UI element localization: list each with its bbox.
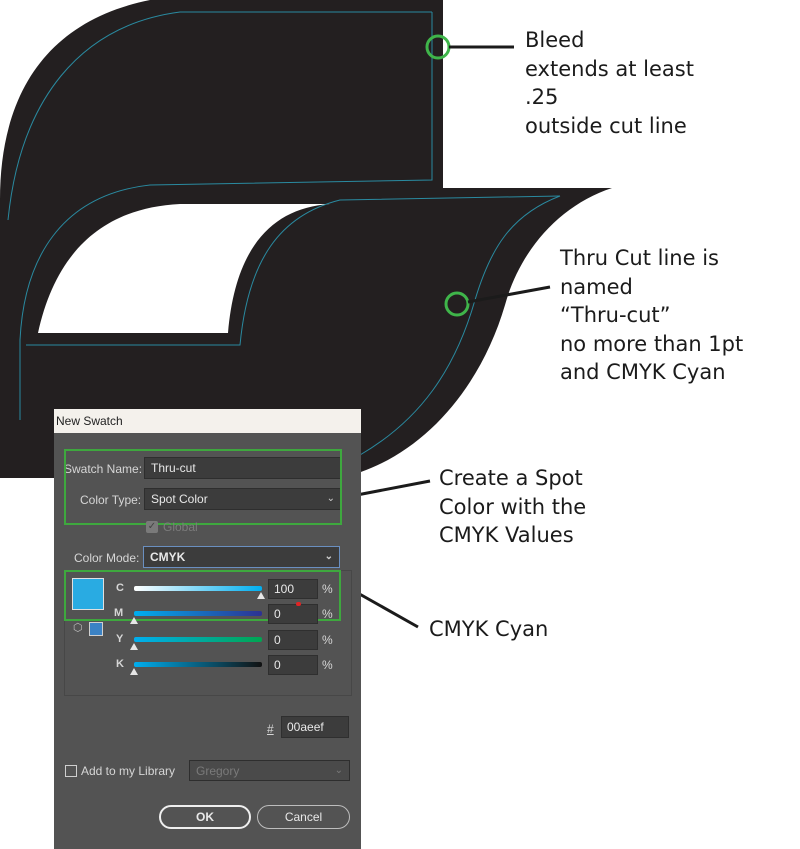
channel-m-label: M: [114, 607, 124, 619]
library-value: Gregory: [196, 764, 240, 778]
channel-m-percent: %: [322, 607, 333, 621]
cube-icon[interactable]: ⬡: [73, 621, 83, 634]
add-library-checkbox[interactable]: [65, 765, 77, 777]
spot-color-callout: Create a Spot Color with the CMYK Values: [439, 466, 587, 547]
add-library-label: Add to my Library: [81, 764, 176, 778]
channel-m-slider[interactable]: [134, 611, 262, 616]
channel-y-slider[interactable]: [134, 637, 262, 642]
name-type-highlight: [64, 449, 342, 525]
thrucut-callout: Thru Cut line is named “Thru-cut” no mor…: [560, 246, 744, 384]
global-label: Global: [163, 520, 198, 534]
channel-y-input[interactable]: 0: [268, 630, 318, 650]
hex-input[interactable]: 00aeef: [281, 716, 349, 738]
gamut-swatch[interactable]: [89, 622, 103, 636]
cmyk-cyan-callout: CMYK Cyan: [429, 617, 549, 641]
color-mode-value: CMYK: [150, 550, 186, 564]
channel-k-slider[interactable]: [134, 662, 262, 667]
dialog-title: New Swatch: [54, 409, 361, 433]
channel-m-input[interactable]: 0: [268, 604, 318, 624]
channel-c-percent: %: [322, 582, 333, 596]
new-swatch-dialog: New Swatch Swatch Name: Thru-cut Color T…: [54, 409, 361, 849]
slider-thumb-icon[interactable]: [130, 643, 138, 650]
channel-k-input[interactable]: 0: [268, 655, 318, 675]
channel-k-percent: %: [322, 658, 333, 672]
cancel-button[interactable]: Cancel: [257, 805, 350, 829]
color-mode-dropdown[interactable]: CMYK ⌄: [143, 546, 340, 568]
color-mode-label: Color Mode:: [74, 551, 140, 565]
channel-y-percent: %: [322, 633, 333, 647]
warning-dot: [296, 602, 301, 606]
ok-button[interactable]: OK: [159, 805, 251, 829]
bleed-callout: Bleed extends at least .25 outside cut l…: [525, 28, 694, 138]
slider-thumb-icon[interactable]: [130, 668, 138, 675]
global-checkbox[interactable]: ✓: [146, 521, 158, 533]
library-dropdown[interactable]: Gregory ⌄: [189, 760, 350, 781]
checkbox-icon: ✓: [147, 521, 157, 532]
chevron-down-icon: ⌄: [334, 765, 343, 776]
channel-y-label: Y: [116, 633, 124, 645]
slider-thumb-icon[interactable]: [130, 617, 138, 624]
channel-c-label: C: [116, 582, 124, 594]
channel-c-slider[interactable]: [134, 586, 262, 591]
hex-label: #: [267, 722, 274, 736]
channel-k-label: K: [116, 658, 124, 670]
chevron-down-icon: ⌄: [324, 551, 333, 562]
channel-c-input[interactable]: 100: [268, 579, 318, 599]
slider-thumb-icon[interactable]: [257, 592, 265, 599]
